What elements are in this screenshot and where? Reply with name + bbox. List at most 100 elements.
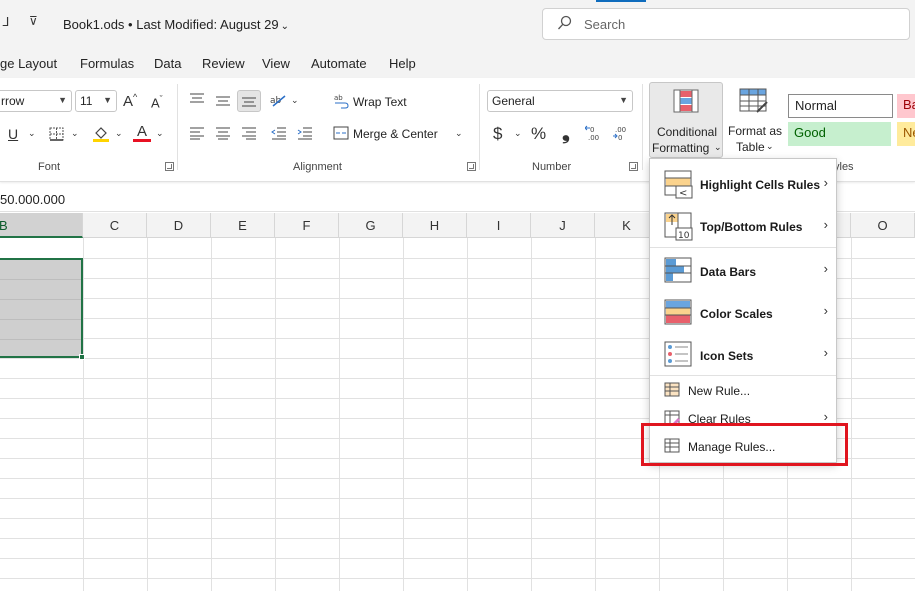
merge-center-icon <box>333 126 349 140</box>
font-name-value: rrow <box>1 94 25 108</box>
menu-item-icon-sets[interactable]: Icon Sets › <box>650 335 836 375</box>
increase-decimal-icon[interactable]: 0 .00 <box>585 124 605 142</box>
shrink-font-button[interactable]: Aˇ <box>151 94 163 110</box>
style-good[interactable]: Good <box>788 122 891 146</box>
chevron-down-icon[interactable]: ⌄ <box>156 128 164 139</box>
column-header-b[interactable]: B <box>0 213 83 238</box>
font-dialog-launcher-icon[interactable] <box>165 162 174 171</box>
underline-button[interactable]: U <box>8 126 18 142</box>
menu-item-new-rule[interactable]: New Rule... <box>650 379 836 403</box>
column-header-g[interactable]: G <box>339 213 403 238</box>
align-right-icon[interactable] <box>240 126 258 140</box>
menu-item-label: Top/Bottom Rules <box>700 220 803 234</box>
align-center-icon[interactable] <box>214 126 232 140</box>
font-name-dropdown[interactable]: rrow ▼ <box>0 90 72 112</box>
menu-divider <box>650 247 836 248</box>
tab-review[interactable]: Review <box>202 56 245 71</box>
chevron-down-icon[interactable]: ⌄ <box>291 95 299 106</box>
currency-button[interactable]: $ <box>493 124 502 144</box>
menu-item-data-bars[interactable]: Data Bars › <box>650 251 836 291</box>
orientation-icon[interactable]: ab <box>269 92 287 108</box>
column-header-e[interactable]: E <box>211 213 275 238</box>
tab-page-layout[interactable]: ge Layout <box>0 56 57 71</box>
menu-item-label: Icon Sets <box>700 349 754 363</box>
selected-range[interactable] <box>0 258 83 358</box>
alignment-dialog-launcher-icon[interactable] <box>467 162 476 171</box>
wrap-text-icon: ab <box>334 94 349 109</box>
decrease-indent-icon[interactable] <box>270 126 288 140</box>
tab-formulas[interactable]: Formulas <box>80 56 134 71</box>
column-header-d[interactable]: D <box>147 213 211 238</box>
number-group-label: Number <box>532 161 572 173</box>
top-align-icon[interactable] <box>188 92 206 106</box>
customize-quick-access-icon[interactable]: ⊽ <box>29 14 38 28</box>
percent-button[interactable]: % <box>531 124 546 144</box>
merge-center-label: Merge & Center <box>353 127 438 141</box>
format-as-table-button[interactable]: Format as Table ⌄ <box>726 82 782 158</box>
menu-item-highlight-cells-rules[interactable]: < Highlight Cells Rules › <box>650 165 836 205</box>
grow-font-label: A <box>123 93 134 110</box>
align-left-icon[interactable] <box>188 126 206 140</box>
group-divider <box>642 84 643 170</box>
menu-item-label: New Rule... <box>688 384 751 398</box>
shrink-font-label: A <box>151 95 160 111</box>
chevron-right-icon: › <box>823 345 828 360</box>
highlight-icon-text: < <box>679 188 687 199</box>
column-header-h[interactable]: H <box>403 213 467 238</box>
chevron-down-icon[interactable]: ⌄ <box>455 128 463 139</box>
conditional-formatting-button[interactable]: Conditional Formatting ⌄ <box>649 82 723 158</box>
tab-data[interactable]: Data <box>154 56 181 71</box>
column-header-c[interactable]: C <box>83 213 147 238</box>
search-box[interactable]: Search <box>542 8 910 40</box>
number-dialog-launcher-icon[interactable] <box>629 162 638 171</box>
tab-view[interactable]: View <box>262 56 290 71</box>
range-row-divider <box>0 339 81 340</box>
bottom-align-button[interactable] <box>237 90 261 112</box>
decrease-decimal-icon[interactable]: .00 0 <box>611 124 631 142</box>
document-title[interactable]: Book1.ods • Last Modified: August 29 ⌄ <box>63 17 289 32</box>
alignment-group-label: Alignment <box>293 161 342 173</box>
grow-font-button[interactable]: A^ <box>123 92 137 110</box>
increase-indent-icon[interactable] <box>296 126 314 140</box>
column-header-i[interactable]: I <box>467 213 531 238</box>
conditional-formatting-label-1: Conditional <box>656 125 718 139</box>
style-neutral-label: Ne <box>903 125 915 140</box>
highlight-cells-rules-icon: < <box>664 170 693 199</box>
style-bad[interactable]: Ba <box>897 94 915 118</box>
column-header-f[interactable]: F <box>275 213 339 238</box>
style-normal[interactable]: Normal <box>788 94 893 118</box>
menu-item-label: Data Bars <box>700 265 757 279</box>
currency-label: $ <box>493 124 503 143</box>
font-color-button[interactable]: A <box>133 123 151 142</box>
font-size-dropdown[interactable]: 11 ▼ <box>75 90 117 112</box>
svg-text:.00: .00 <box>615 126 626 134</box>
range-row-divider <box>0 299 81 300</box>
middle-align-icon[interactable] <box>214 94 232 108</box>
color-scales-icon <box>664 299 692 325</box>
quick-access-save-icon[interactable]: ᒧ <box>2 15 9 29</box>
column-header-j[interactable]: J <box>531 213 595 238</box>
chevron-down-icon[interactable]: ⌄ <box>71 128 79 139</box>
style-neutral[interactable]: Ne <box>897 122 915 146</box>
chevron-down-icon[interactable]: ⌄ <box>514 128 522 139</box>
fill-handle[interactable] <box>79 354 85 360</box>
comma-style-button[interactable]: ❟ <box>562 122 570 145</box>
group-divider <box>479 84 480 170</box>
comma-style-label: ❟ <box>562 122 570 144</box>
chevron-down-icon[interactable]: ⌄ <box>28 128 36 139</box>
menu-item-top-bottom-rules[interactable]: 10 Top/Bottom Rules › <box>650 207 836 247</box>
column-header-o[interactable]: O <box>851 213 915 238</box>
tab-automate[interactable]: Automate <box>311 56 367 71</box>
chevron-down-icon[interactable]: ⌄ <box>115 128 123 139</box>
top-bottom-icon-text: 10 <box>678 231 690 241</box>
font-size-value: 11 <box>80 94 93 108</box>
fill-color-icon[interactable] <box>92 124 110 142</box>
chevron-right-icon: › <box>823 303 828 318</box>
number-format-dropdown[interactable]: General ▼ <box>487 90 633 112</box>
borders-icon[interactable] <box>49 127 65 141</box>
menu-item-color-scales[interactable]: Color Scales › <box>650 293 836 333</box>
svg-text:ab: ab <box>334 94 343 102</box>
svg-text:.00: .00 <box>588 134 599 142</box>
conditional-formatting-menu: < Highlight Cells Rules › 10 Top/Bottom … <box>649 158 837 463</box>
tab-help[interactable]: Help <box>389 56 416 71</box>
